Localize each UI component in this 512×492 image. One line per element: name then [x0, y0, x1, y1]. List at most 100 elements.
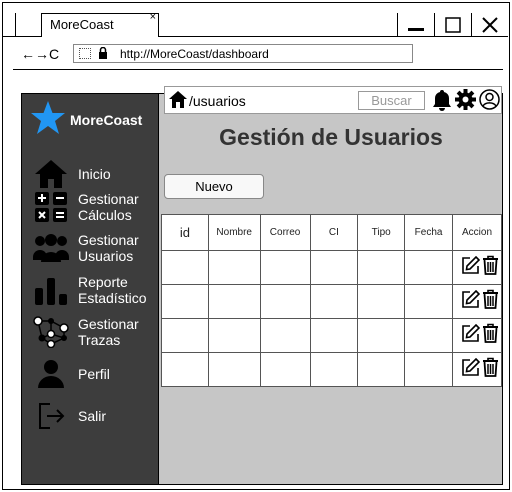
- sidebar: MoreCoast Inicio Gestionar Cálculos Gest…: [22, 94, 159, 484]
- breadcrumb[interactable]: /usuarios: [189, 93, 246, 109]
- table-cell: [161, 352, 209, 387]
- table-row[interactable]: [161, 352, 502, 387]
- column-header[interactable]: CI: [309, 214, 359, 251]
- calculator-icon: [32, 190, 70, 224]
- brand[interactable]: MoreCoast: [30, 100, 142, 136]
- column-header[interactable]: Correo: [259, 214, 311, 251]
- address-bar[interactable]: http://MoreCoast/dashboard: [73, 44, 413, 63]
- sidebar-item-gestionar-calculos[interactable]: Gestionar Cálculos: [32, 190, 148, 224]
- sidebar-item-gestionar-usuarios[interactable]: Gestionar Usuarios: [32, 231, 148, 265]
- users-icon: [32, 231, 70, 265]
- column-header[interactable]: Tipo: [357, 214, 406, 251]
- table-cell: [259, 352, 311, 387]
- table-cell: [309, 352, 359, 387]
- table-cell: [161, 318, 209, 353]
- sidebar-item-perfil[interactable]: Perfil: [32, 357, 110, 391]
- lock-icon: [98, 46, 108, 62]
- browser-window: MoreCoast × ←→C http://MoreCoast/dashboa…: [2, 2, 510, 490]
- sidebar-item-inicio[interactable]: Inicio: [32, 157, 111, 191]
- table-cell: [207, 318, 261, 353]
- page-title: Gestión de Usuarios: [219, 124, 443, 150]
- table-row[interactable]: [161, 250, 502, 285]
- navigation-bar: ←→C http://MoreCoast/dashboard: [3, 39, 508, 69]
- trash-icon[interactable]: [482, 323, 499, 348]
- table-cell: [259, 250, 311, 285]
- minimize-button[interactable]: [397, 13, 434, 37]
- table-cell: [404, 284, 453, 319]
- sidebar-item-salir[interactable]: Salir: [32, 399, 106, 433]
- trash-icon[interactable]: [482, 289, 499, 314]
- row-actions: [453, 255, 501, 280]
- actions-cell: [452, 250, 502, 285]
- divider: [13, 69, 503, 70]
- table-body: [161, 250, 502, 387]
- new-user-button[interactable]: Nuevo: [164, 174, 264, 199]
- table-cell: [357, 352, 406, 387]
- edit-icon[interactable]: [461, 255, 481, 280]
- table-cell: [404, 250, 453, 285]
- sidebar-item-label: Salir: [78, 408, 107, 424]
- network-icon: [32, 315, 70, 349]
- user-circle-icon[interactable]: [479, 89, 500, 115]
- table-cell: [357, 284, 406, 319]
- maximize-button[interactable]: [434, 13, 471, 37]
- sidebar-item-label: Gestionar Usuarios: [78, 232, 139, 264]
- url-text: http://MoreCoast/dashboard: [120, 47, 269, 61]
- column-header[interactable]: id: [161, 214, 209, 251]
- table-cell: [259, 318, 311, 353]
- minimize-icon: [408, 28, 424, 31]
- table-cell: [161, 250, 209, 285]
- logout-icon: [32, 399, 70, 433]
- table-header-row: id Nombre Correo CI Tipo Fecha Accion: [161, 214, 502, 251]
- table-cell: [404, 352, 453, 387]
- app-container: MoreCoast Inicio Gestionar Cálculos Gest…: [21, 86, 503, 485]
- column-header[interactable]: Nombre: [207, 214, 261, 251]
- window-controls: [397, 13, 508, 37]
- row-actions: [453, 289, 501, 314]
- home-icon[interactable]: [169, 91, 187, 113]
- trash-icon[interactable]: [482, 357, 499, 382]
- column-header[interactable]: Fecha: [404, 214, 453, 251]
- edit-icon[interactable]: [461, 323, 481, 348]
- table-cell: [357, 250, 406, 285]
- bar-chart-icon: [32, 273, 70, 307]
- row-actions: [453, 323, 501, 348]
- table-cell: [207, 284, 261, 319]
- sidebar-item-gestionar-trazas[interactable]: Gestionar Trazas: [32, 315, 148, 349]
- table-cell: [207, 352, 261, 387]
- nav-buttons[interactable]: ←→C: [21, 46, 59, 62]
- sidebar-item-label: Perfil: [78, 366, 110, 382]
- edit-icon[interactable]: [461, 357, 481, 382]
- site-info-icon[interactable]: [79, 48, 91, 59]
- title-bar: MoreCoast ×: [3, 3, 508, 37]
- sidebar-item-reporte-estadistico[interactable]: Reporte Estadístico: [32, 273, 158, 307]
- table-cell: [259, 284, 311, 319]
- user-icon: [32, 357, 70, 391]
- sidebar-item-label: Gestionar Trazas: [78, 316, 139, 348]
- table-cell: [309, 284, 359, 319]
- actions-cell: [452, 284, 502, 319]
- table-cell: [357, 318, 406, 353]
- bell-icon[interactable]: [432, 89, 452, 116]
- sidebar-item-label: Gestionar Cálculos: [78, 191, 139, 223]
- sidebar-item-label: Reporte Estadístico: [78, 274, 147, 306]
- column-header[interactable]: Accion: [452, 214, 502, 251]
- gear-icon[interactable]: [455, 89, 476, 115]
- users-table: id Nombre Correo CI Tipo Fecha Accion: [161, 214, 502, 387]
- close-button[interactable]: [471, 13, 508, 37]
- tab-close-icon[interactable]: ×: [150, 11, 156, 23]
- table-row[interactable]: [161, 284, 502, 319]
- brand-name: MoreCoast: [70, 112, 143, 128]
- trash-icon[interactable]: [482, 255, 499, 280]
- browser-tab[interactable]: MoreCoast ×: [41, 11, 159, 37]
- table-row[interactable]: [161, 318, 502, 353]
- tab-title: MoreCoast: [50, 17, 114, 32]
- star-logo-icon: [31, 101, 65, 134]
- top-bar: /usuarios Buscar: [164, 86, 502, 114]
- search-input[interactable]: Buscar: [358, 91, 425, 110]
- edit-icon[interactable]: [461, 289, 481, 314]
- table-cell: [309, 318, 359, 353]
- actions-cell: [452, 352, 502, 387]
- main-content: /usuarios Buscar Gestión de Usuarios Nue…: [160, 86, 502, 484]
- table-cell: [161, 284, 209, 319]
